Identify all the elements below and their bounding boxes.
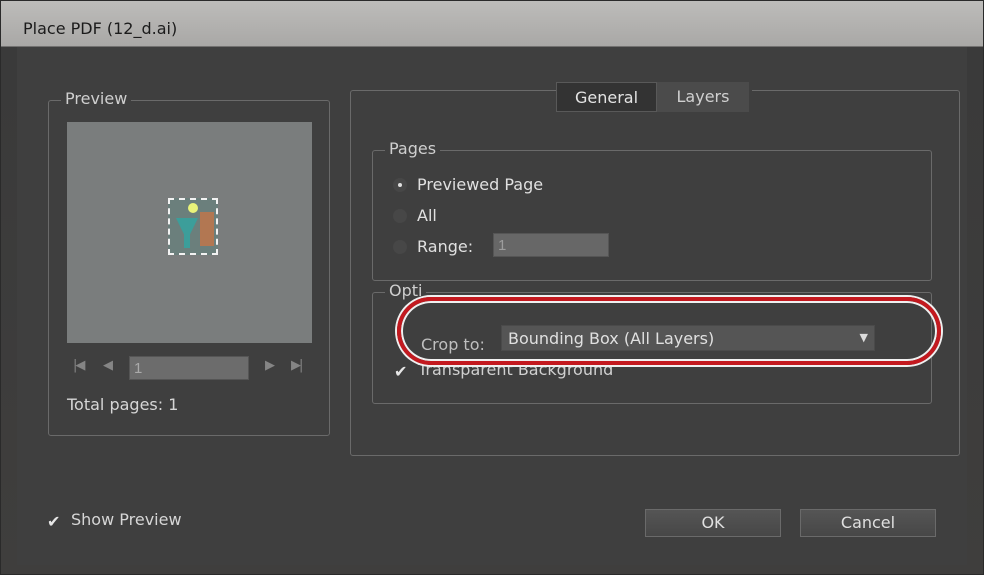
show-preview-label: Show Preview [71, 510, 182, 529]
tab-bar: General Layers [556, 82, 752, 114]
pages-group: Pages Previewed Page All Range: [372, 139, 932, 281]
checkbox-checked-icon[interactable]: ✔ [47, 512, 65, 531]
tab-general[interactable]: General [556, 82, 657, 112]
preview-canvas [67, 122, 312, 343]
options-group-label: Opti [385, 281, 427, 300]
crop-highlight-annotation [397, 297, 941, 365]
title-bar[interactable]: Place PDF (12_d.ai) [1, 1, 984, 47]
place-pdf-window: Place PDF (12_d.ai) Preview |◀ ◀ ▶ ▶| To… [0, 0, 984, 575]
thumbnail-orange-shape [200, 212, 214, 246]
radio-label: Range: [417, 237, 474, 256]
first-page-icon[interactable]: |◀ [73, 358, 85, 373]
preview-group-label: Preview [61, 89, 132, 108]
radio-label: All [417, 206, 437, 225]
range-input[interactable] [493, 233, 609, 257]
next-page-icon[interactable]: ▶ [265, 358, 275, 373]
ok-button[interactable]: OK [645, 509, 781, 537]
radio-button[interactable] [393, 240, 407, 254]
page-navigation: |◀ ◀ ▶ ▶| [69, 356, 314, 382]
radio-button[interactable] [393, 209, 407, 223]
total-pages-label: Total pages: 1 [67, 395, 179, 414]
cancel-button[interactable]: Cancel [800, 509, 936, 537]
pages-group-label: Pages [385, 139, 441, 158]
preview-group: Preview |◀ ◀ ▶ ▶| Total pages: 1 [48, 89, 330, 436]
options-panel: General Layers Pages Previewed Page All … [350, 82, 960, 456]
tab-layers[interactable]: Layers [657, 82, 749, 112]
page-number-input[interactable] [129, 356, 249, 380]
checkbox-checked-icon[interactable]: ✔ [394, 362, 412, 381]
page-thumbnail [168, 198, 218, 255]
window-title: Place PDF (12_d.ai) [23, 19, 178, 38]
prev-page-icon[interactable]: ◀ [103, 358, 113, 373]
thumbnail-stem-shape [184, 234, 190, 248]
last-page-icon[interactable]: ▶| [291, 358, 303, 373]
radio-button-selected[interactable] [393, 178, 407, 192]
radio-label: Previewed Page [417, 175, 544, 194]
thumbnail-light-shape [188, 203, 198, 213]
